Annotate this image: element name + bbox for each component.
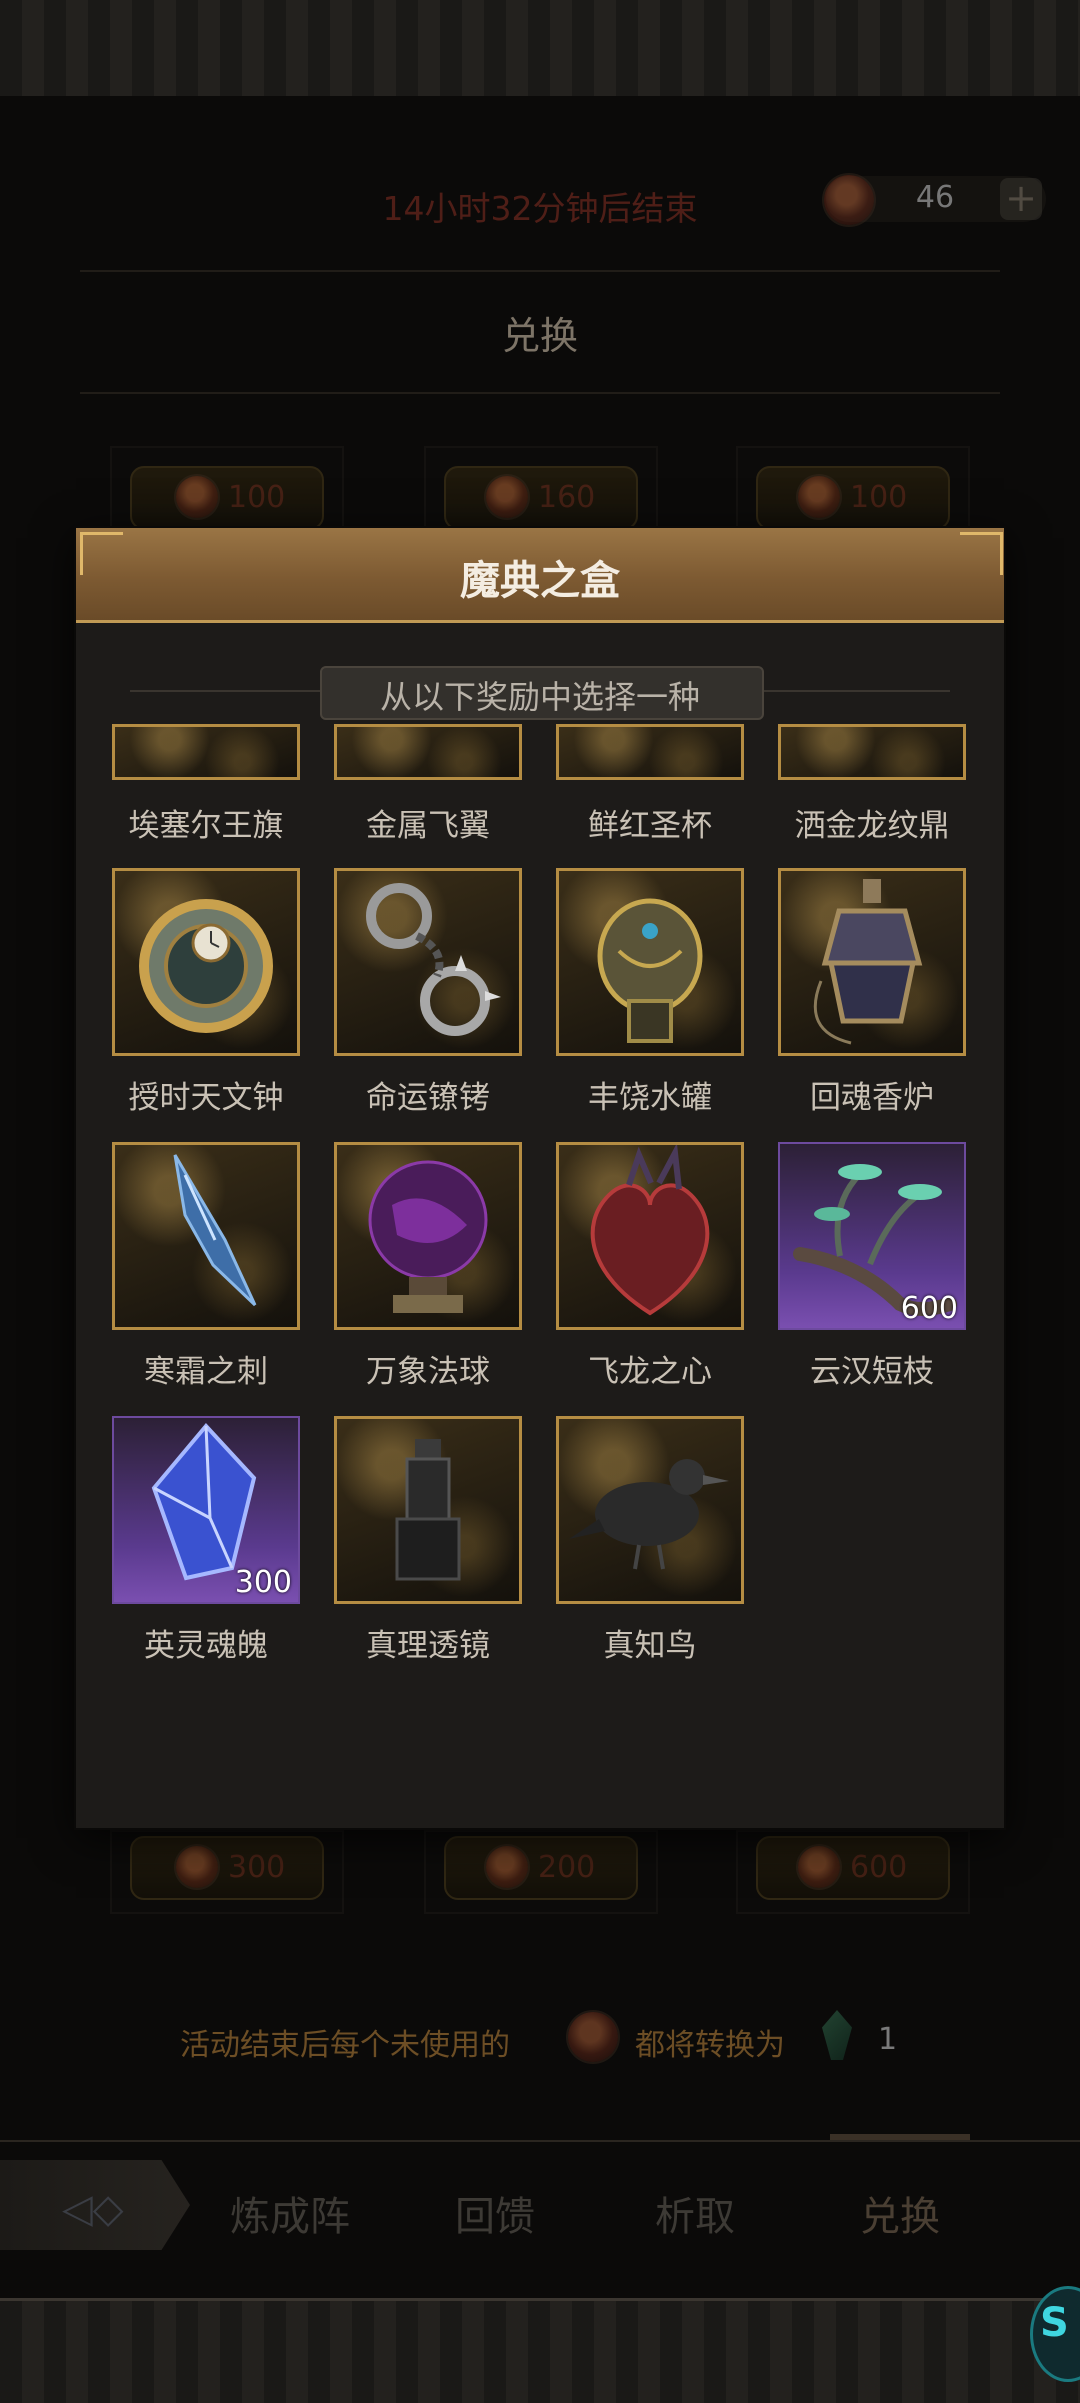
- footer-note: 活动结束后每个未使用的: [180, 2028, 510, 2063]
- modal-subtitle: 从以下奖励中选择一种: [379, 678, 700, 716]
- price-text: 600: [850, 1850, 908, 1885]
- top-ornament-bar: [0, 0, 1080, 99]
- reward-tile[interactable]: [334, 724, 522, 780]
- gem-count: 1: [878, 2022, 898, 2057]
- reward-name: 金属飞翼: [366, 808, 490, 844]
- reward-name: 飞龙之心: [588, 1354, 712, 1390]
- sigil-coin-icon: [568, 2012, 618, 2062]
- shackles-icon: [366, 883, 501, 1036]
- ornament-corner-icon: [80, 532, 123, 575]
- water-jar-icon: [597, 898, 703, 1043]
- frost-thorn-icon: [173, 1154, 257, 1307]
- reward-tile[interactable]: [112, 868, 300, 1056]
- reward-name: 授时天文钟: [128, 1080, 284, 1116]
- dragon-heart-icon: [590, 1145, 710, 1316]
- currency-count: 46: [915, 180, 955, 215]
- add-currency-button[interactable]: +: [1000, 178, 1042, 220]
- reward-tile[interactable]: [556, 1142, 744, 1330]
- reward-tile[interactable]: [778, 724, 966, 780]
- reward-name: 云汉短枝: [810, 1354, 934, 1390]
- bottom-ornament-bar: [0, 2298, 1080, 2403]
- astronomical-clock-icon: [139, 899, 273, 1033]
- reward-name: 寒霜之刺: [144, 1354, 268, 1390]
- reward-quantity: 300: [234, 1565, 292, 1600]
- reward-tile[interactable]: [112, 724, 300, 780]
- sigil-coin-icon: [798, 476, 840, 518]
- magic-orb-icon: [368, 1160, 488, 1313]
- divider: [130, 690, 320, 692]
- censer-icon: [813, 879, 923, 1045]
- reward-name: 真理透镜: [366, 1628, 490, 1664]
- truth-lens-icon: [395, 1439, 461, 1581]
- reward-name: 洒金龙纹鼎: [794, 808, 950, 844]
- reward-tile[interactable]: [778, 868, 966, 1056]
- reward-name: 英灵魂魄: [144, 1628, 268, 1664]
- sigil-coin-icon: [486, 476, 528, 518]
- reward-name: 万象法球: [366, 1354, 490, 1390]
- exchange-title: 兑换: [501, 314, 578, 358]
- reward-name: 真知鸟: [603, 1628, 697, 1664]
- price-text: 160: [538, 480, 596, 515]
- sigil-coin-icon: [176, 476, 218, 518]
- divider: [760, 690, 950, 692]
- reward-tile[interactable]: 600: [778, 1142, 966, 1330]
- event-timer: 14小时32分钟后结束: [382, 189, 698, 228]
- reward-tile[interactable]: [112, 1142, 300, 1330]
- reward-name: 丰饶水罐: [588, 1080, 712, 1116]
- tab-exchange[interactable]: 兑换: [860, 2184, 940, 2242]
- price-pill[interactable]: [130, 466, 324, 530]
- reward-tile[interactable]: 300: [112, 1416, 300, 1604]
- ornament-corner-icon: [960, 532, 1003, 575]
- tab-rewards[interactable]: 回馈: [455, 2184, 535, 2242]
- reward-tile[interactable]: [556, 1416, 744, 1604]
- price-text: 100: [228, 480, 286, 515]
- sigil-coin-icon: [176, 1846, 218, 1888]
- sigil-coin-icon: [824, 175, 874, 225]
- reward-name: 回魂香炉: [810, 1080, 934, 1116]
- reward-name: 埃塞尔王旗: [128, 808, 284, 844]
- price-text: 200: [538, 1850, 596, 1885]
- price-pill[interactable]: [130, 1836, 324, 1900]
- reward-tile[interactable]: [334, 868, 522, 1056]
- back-arrow-icon: ◁◇: [62, 2186, 124, 2232]
- reward-name: 命运镣铐: [366, 1080, 490, 1116]
- price-text: 100: [850, 480, 908, 515]
- reward-tile[interactable]: [556, 724, 744, 780]
- modal-title: 魔典之盒: [460, 558, 620, 604]
- footer-note-suffix: 都将转换为: [635, 2028, 785, 2063]
- assistant-label: S: [1040, 2300, 1069, 2346]
- sigil-coin-icon: [486, 1846, 528, 1888]
- tab-array[interactable]: 炼成阵: [230, 2184, 350, 2242]
- active-tab-indicator: [830, 2134, 970, 2140]
- raven-icon: [569, 1459, 729, 1570]
- tab-extract[interactable]: 析取: [655, 2184, 735, 2242]
- reward-tile[interactable]: [334, 1142, 522, 1330]
- reward-tile[interactable]: [334, 1416, 522, 1604]
- reward-quantity: 600: [900, 1291, 958, 1326]
- price-text: 300: [228, 1850, 286, 1885]
- reward-tile[interactable]: [556, 868, 744, 1056]
- sigil-coin-icon: [798, 1846, 840, 1888]
- reward-name: 鲜红圣杯: [588, 808, 712, 844]
